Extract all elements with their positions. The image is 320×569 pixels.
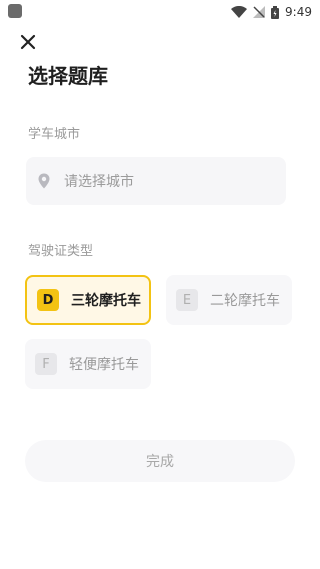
battery-icon	[271, 5, 280, 19]
wifi-icon	[231, 6, 248, 18]
city-select[interactable]: 请选择城市	[26, 157, 286, 205]
license-option-f[interactable]: F 轻便摩托车	[25, 339, 151, 389]
license-code-badge: E	[176, 289, 198, 311]
status-bar: 9:49	[0, 0, 320, 24]
status-time: 9:49	[285, 5, 312, 19]
close-button[interactable]	[16, 30, 40, 54]
license-code-badge: F	[35, 353, 57, 375]
city-placeholder: 请选择城市	[64, 174, 134, 190]
license-option-e[interactable]: E 二轮摩托车	[166, 275, 292, 325]
no-signal-icon	[253, 6, 266, 18]
city-section-label: 学车城市	[28, 127, 81, 142]
status-icons: 9:49	[231, 3, 312, 21]
app-notification-icon	[8, 4, 22, 18]
license-option-label: 三轮摩托车	[71, 293, 141, 309]
license-option-d[interactable]: D 三轮摩托车	[25, 275, 151, 325]
page-title: 选择题库	[28, 64, 108, 88]
close-icon	[20, 34, 36, 50]
license-option-label: 二轮摩托车	[210, 293, 280, 309]
location-pin-icon	[38, 173, 50, 189]
license-option-label: 轻便摩托车	[69, 357, 139, 373]
license-code-badge: D	[37, 289, 59, 311]
license-type-label: 驾驶证类型	[28, 244, 94, 259]
done-button[interactable]: 完成	[25, 440, 295, 482]
